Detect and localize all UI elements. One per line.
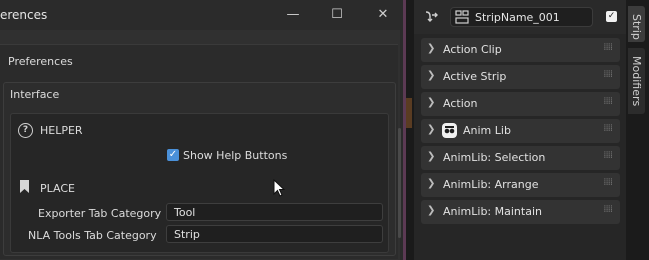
preferences-scrollbar[interactable] xyxy=(398,128,401,238)
panel-action-clip[interactable]: ❯ Action Clip ⁞⁞⁞⁞ xyxy=(421,38,620,62)
tab-modifiers[interactable]: Modifiers xyxy=(628,48,645,114)
chevron-right-icon: ❯ xyxy=(427,97,436,108)
drag-grip-icon[interactable]: ⁞⁞⁞⁞ xyxy=(603,69,613,80)
nla-tab-label: NLA Tools Tab Category xyxy=(28,229,157,242)
tab-modifiers-label: Modifiers xyxy=(630,56,643,107)
panel-animlib-arrange[interactable]: ❯ AnimLib: Arrange ⁞⁞⁞⁞ xyxy=(421,173,620,197)
panel-label: Active Strip xyxy=(443,70,507,83)
nla-track-highlight xyxy=(406,98,412,128)
show-help-label[interactable]: Show Help Buttons xyxy=(183,149,287,162)
bookmark-icon xyxy=(20,180,29,193)
drag-grip-icon[interactable]: ⁞⁞⁞⁞ xyxy=(603,96,613,107)
drag-grip-icon[interactable]: ⁞⁞⁞⁞ xyxy=(603,42,613,53)
title-bar: erences — ☐ ✕ xyxy=(0,0,403,30)
maximize-button[interactable]: ☐ xyxy=(326,5,348,25)
exporter-tab-label: Exporter Tab Category xyxy=(38,207,162,220)
panel-anim-lib[interactable]: ❯ Anim Lib ⁞⁞⁞⁞ xyxy=(421,119,620,143)
help-question-icon: ? xyxy=(18,123,33,138)
close-button[interactable]: ✕ xyxy=(372,5,394,25)
chevron-right-icon: ❯ xyxy=(427,43,436,54)
tab-strip-label: Strip xyxy=(630,14,643,40)
mouse-cursor-icon xyxy=(273,179,285,197)
strip-mute-checkbox[interactable]: ✓ xyxy=(606,11,617,22)
minimize-button[interactable]: — xyxy=(282,5,304,25)
chevron-right-icon: ❯ xyxy=(427,205,436,216)
nla-strip-icon xyxy=(455,10,469,24)
place-label: PLACE xyxy=(40,182,75,195)
strip-link-icon xyxy=(425,11,438,22)
panel-label: Anim Lib xyxy=(463,124,511,137)
drag-grip-icon[interactable]: ⁞⁞⁞⁞ xyxy=(603,177,613,188)
chevron-right-icon: ❯ xyxy=(427,178,436,189)
tab-strip[interactable]: Strip xyxy=(628,6,645,42)
drag-grip-icon[interactable]: ⁞⁞⁞⁞ xyxy=(603,150,613,161)
chevron-right-icon: ❯ xyxy=(427,70,436,81)
animlib-icon xyxy=(442,123,457,138)
drag-grip-icon[interactable]: ⁞⁞⁞⁞ xyxy=(603,204,613,215)
helper-label: HELPER xyxy=(40,124,83,137)
panel-animlib-selection[interactable]: ❯ AnimLib: Selection ⁞⁞⁞⁞ xyxy=(421,146,620,170)
preferences-window: erences — ☐ ✕ Preferences Interface ? HE… xyxy=(0,0,403,260)
panel-action[interactable]: ❯ Action ⁞⁞⁞⁞ xyxy=(421,92,620,116)
show-help-checkbox[interactable]: ✓ xyxy=(167,149,179,161)
interface-panel-header[interactable]: Interface xyxy=(10,88,59,101)
chevron-right-icon: ❯ xyxy=(427,124,436,135)
window-title: erences xyxy=(0,8,48,22)
panel-animlib-maintain[interactable]: ❯ AnimLib: Maintain ⁞⁞⁞⁞ xyxy=(421,200,620,224)
panel-label: Action Clip xyxy=(443,43,502,56)
nla-editor-strip xyxy=(406,0,414,260)
drag-grip-icon[interactable]: ⁞⁞⁞⁞ xyxy=(603,123,613,134)
panel-label: AnimLib: Maintain xyxy=(443,205,542,218)
panel-label: AnimLib: Selection xyxy=(443,151,546,164)
exporter-tab-field[interactable]: Tool xyxy=(166,203,383,221)
panel-label: AnimLib: Arrange xyxy=(443,178,539,191)
strip-name-text: StripName_001 xyxy=(475,11,560,24)
nla-tab-field[interactable]: Strip xyxy=(166,225,383,243)
panel-label: Action xyxy=(443,97,478,110)
preferences-section-title[interactable]: Preferences xyxy=(8,55,73,68)
chevron-right-icon: ❯ xyxy=(427,151,436,162)
panel-active-strip[interactable]: ❯ Active Strip ⁞⁞⁞⁞ xyxy=(421,65,620,89)
